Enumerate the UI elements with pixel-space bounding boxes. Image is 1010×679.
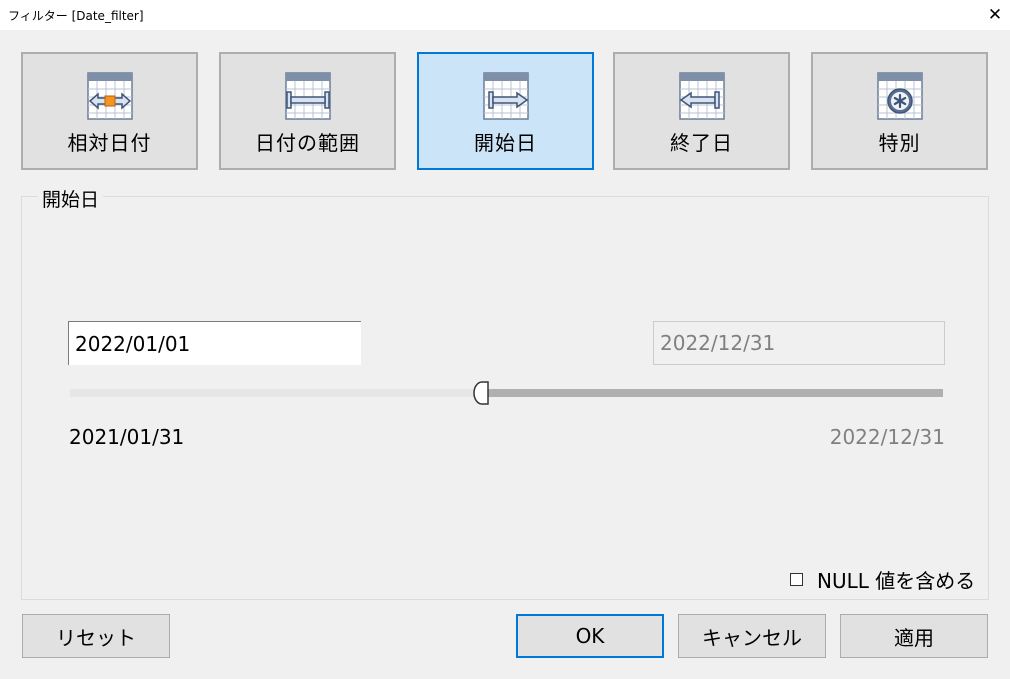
start-date-input[interactable]: 2022/01/01 xyxy=(68,321,361,365)
relative-date-button[interactable]: 相対日付 xyxy=(21,52,198,170)
relative-date-label: 相対日付 xyxy=(67,131,152,155)
close-icon: ✕ xyxy=(987,5,1003,25)
end-date-icon xyxy=(679,72,725,120)
relative-date-icon xyxy=(87,72,133,120)
end-date-button[interactable]: 終了日 xyxy=(613,52,790,170)
special-icon xyxy=(877,72,923,120)
start-date-group xyxy=(21,196,989,600)
end-date-input: 2022/12/31 xyxy=(653,321,945,365)
range-min-label: 2021/01/31 xyxy=(69,425,185,449)
close-button[interactable]: ✕ xyxy=(980,0,1010,30)
range-max-label: 2022/12/31 xyxy=(829,425,945,449)
slider-track-selected[interactable] xyxy=(482,389,943,397)
date-range-icon xyxy=(285,72,331,120)
start-date-button[interactable]: 開始日 xyxy=(417,52,594,170)
slider-track-inactive[interactable] xyxy=(70,389,482,397)
ok-button[interactable]: OK xyxy=(516,614,664,658)
include-null-checkbox[interactable] xyxy=(790,573,803,586)
apply-button[interactable]: 適用 xyxy=(840,614,988,658)
cancel-button[interactable]: キャンセル xyxy=(678,614,826,658)
date-range-button[interactable]: 日付の範囲 xyxy=(219,52,396,170)
window-title: フィルター [Date_filter] xyxy=(8,9,144,23)
end-date-label: 終了日 xyxy=(670,131,733,155)
special-button[interactable]: 特別 xyxy=(811,52,988,170)
start-date-label: 開始日 xyxy=(474,131,537,155)
title-bar: フィルター [Date_filter] ✕ xyxy=(0,0,1010,30)
date-range-label: 日付の範囲 xyxy=(255,131,360,155)
include-null-option[interactable]: NULL 値を含める xyxy=(790,565,975,594)
filter-dialog: フィルター [Date_filter] ✕ 相対日付 日付の範囲 開始日 終了日… xyxy=(0,0,1010,679)
special-label: 特別 xyxy=(878,131,921,155)
include-null-label: NULL 値を含める xyxy=(817,569,976,593)
group-title: 開始日 xyxy=(38,185,104,212)
reset-button[interactable]: リセット xyxy=(22,614,170,658)
slider-handle[interactable] xyxy=(472,381,490,405)
start-date-icon xyxy=(483,72,529,120)
